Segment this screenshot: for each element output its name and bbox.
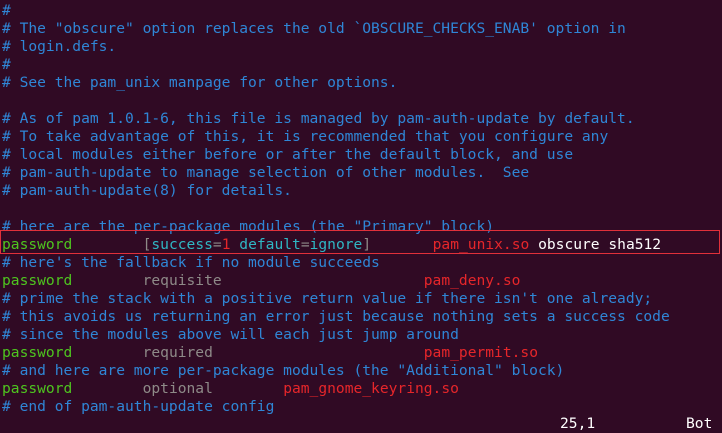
editor-line: # login.defs. <box>2 38 116 56</box>
line-segment: # here's the fallback if no module succe… <box>2 254 380 271</box>
line-segment <box>72 272 142 289</box>
line-segment: password <box>2 380 73 397</box>
line-segment: obscure sha512 <box>529 236 662 253</box>
line-segment <box>72 344 142 361</box>
line-segment: = <box>300 236 310 253</box>
line-segment: pam_permit.so <box>423 344 538 361</box>
line-segment: # end of pam-auth-update config <box>2 398 275 415</box>
line-segment: # See the pam_unix manpage for other opt… <box>2 74 398 91</box>
line-segment <box>213 380 283 397</box>
line-segment: # here are the per-package modules (the … <box>2 218 495 235</box>
editor-line: password [success=1 default=ignore] pam_… <box>2 236 661 254</box>
line-segment: # To take advantage of this, it is recom… <box>2 128 609 145</box>
line-segment <box>222 272 424 289</box>
line-segment <box>231 236 240 253</box>
vim-editor[interactable]: # # The "obscure" option replaces the old… <box>0 0 722 432</box>
editor-line: # prime the stack with a positive return… <box>2 290 652 308</box>
line-segment: optional <box>142 380 213 397</box>
line-segment: # and here are more per-package modules … <box>2 362 565 379</box>
line-segment: # The "obscure" option replaces the old … <box>2 20 626 37</box>
line-segment <box>371 236 433 253</box>
editor-line: # end of pam-auth-update config <box>2 398 274 416</box>
line-segment: # As of pam 1.0.1-6, this file is manage… <box>2 110 635 127</box>
line-segment: requisite <box>142 272 222 289</box>
line-segment: # local modules either before or after t… <box>2 146 574 163</box>
line-segment <box>213 344 424 361</box>
line-segment: success <box>151 236 213 253</box>
editor-line: password requisite pam_deny.so <box>2 272 520 290</box>
editor-line: # <box>2 56 11 74</box>
line-segment: password <box>2 344 73 361</box>
editor-line: # <box>2 2 11 20</box>
line-segment: default <box>239 236 301 253</box>
line-segment: ] <box>362 236 372 253</box>
line-segment: password <box>2 236 73 253</box>
line-segment: # since the modules above will each just… <box>2 326 459 343</box>
editor-line: # here are the per-package modules (the … <box>2 218 494 236</box>
line-segment: # pam-auth-update(8) for details. <box>2 182 292 199</box>
editor-line: # pam-auth-update(8) for details. <box>2 182 292 200</box>
line-segment: # <box>2 56 11 73</box>
editor-line: # since the modules above will each just… <box>2 326 459 344</box>
line-segment: password <box>2 272 73 289</box>
line-segment: # this avoids us returning an error just… <box>2 308 670 325</box>
editor-line: # The "obscure" option replaces the old … <box>2 20 626 38</box>
line-segment: pam_unix.so <box>432 236 530 253</box>
editor-line: # To take advantage of this, it is recom… <box>2 128 608 146</box>
line-segment: # prime the stack with a positive return… <box>2 290 653 307</box>
editor-line: # local modules either before or after t… <box>2 146 573 164</box>
line-segment: # <box>2 2 11 19</box>
editor-line: password required pam_permit.so <box>2 344 538 362</box>
line-segment: required <box>142 344 213 361</box>
line-segment: # login.defs. <box>2 38 117 55</box>
line-segment <box>72 380 142 397</box>
line-segment: = <box>212 236 222 253</box>
line-segment: pam_deny.so <box>423 272 521 289</box>
editor-line: password optional pam_gnome_keyring.so <box>2 380 459 398</box>
editor-line: # this avoids us returning an error just… <box>2 308 670 326</box>
editor-line: # As of pam 1.0.1-6, this file is manage… <box>2 110 635 128</box>
line-segment: # pam-auth-update to manage selection of… <box>2 164 530 181</box>
line-segment <box>72 236 142 253</box>
editor-line: # and here are more per-package modules … <box>2 362 564 380</box>
line-segment: 1 <box>221 236 231 253</box>
scroll-indicator: Bot <box>686 415 713 432</box>
editor-line: # See the pam_unix manpage for other opt… <box>2 74 397 92</box>
cursor-position: 25,1 <box>560 415 596 432</box>
line-segment: pam_gnome_keyring.so <box>283 380 459 397</box>
line-segment: ignore <box>309 236 363 253</box>
editor-line: # here's the fallback if no module succe… <box>2 254 380 272</box>
editor-line: # pam-auth-update to manage selection of… <box>2 164 529 182</box>
